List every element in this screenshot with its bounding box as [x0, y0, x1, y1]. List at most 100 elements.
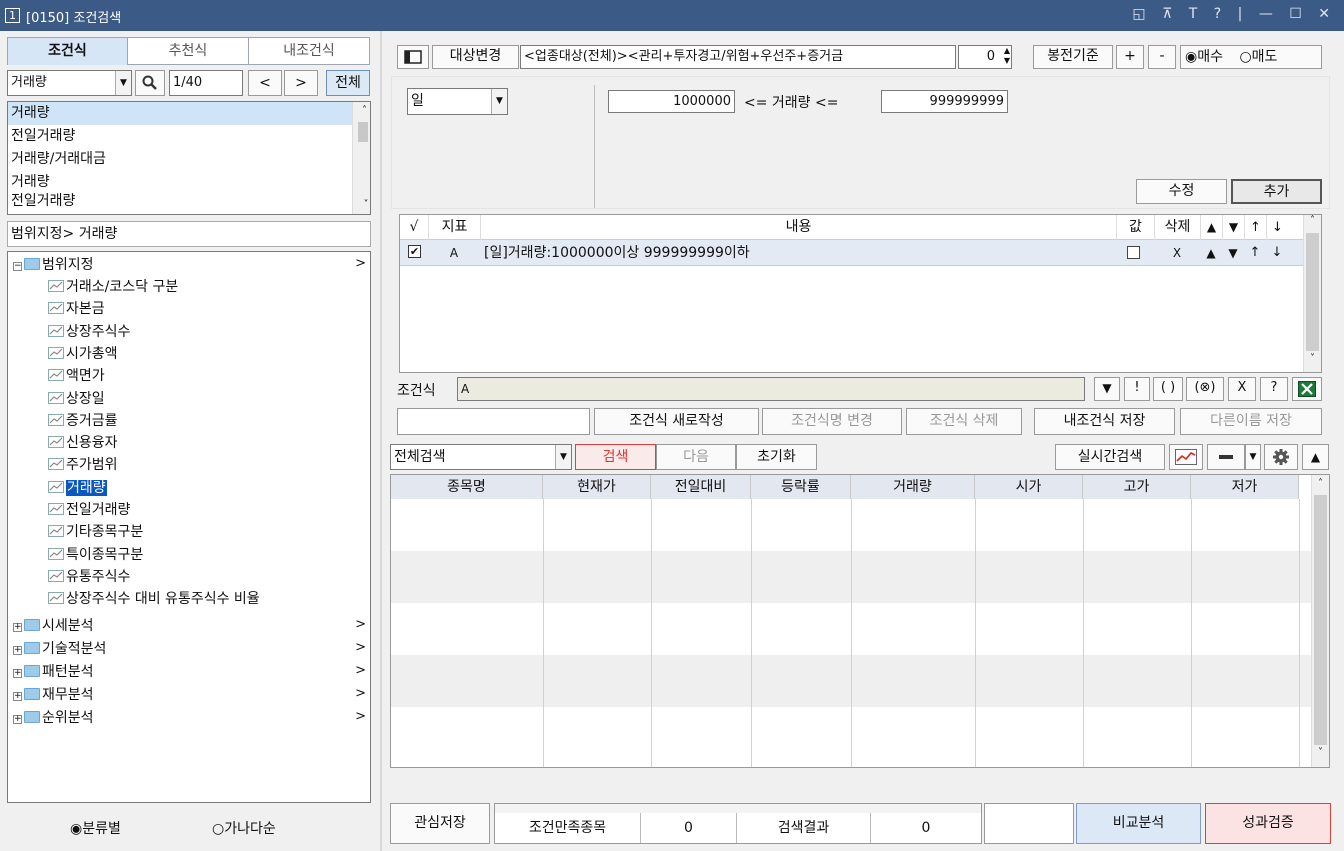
radio-unchecked-icon[interactable]: ○	[212, 821, 224, 837]
condition-name-input[interactable]	[397, 408, 590, 435]
tab-conditions[interactable]: 조건식	[7, 37, 128, 65]
chevron-up-icon[interactable]: ˄	[1304, 215, 1321, 231]
excel-icon[interactable]	[1292, 377, 1322, 401]
help-button[interactable]: ?	[1260, 377, 1288, 401]
results-scrollbar[interactable]: ˄ ˅	[1311, 475, 1329, 767]
scroll-thumb[interactable]	[1314, 495, 1327, 745]
results-header-cell[interactable]: 종목명	[391, 475, 543, 499]
tree-folder[interactable]: + 순위분석	[13, 707, 94, 729]
results-header-cell[interactable]: 거래량	[851, 475, 975, 499]
plus-button[interactable]: +	[1116, 45, 1144, 69]
chevron-down-icon[interactable]: ▼	[115, 71, 131, 95]
edit-button[interactable]: 수정	[1136, 179, 1227, 204]
row-value-checkbox[interactable]	[1127, 246, 1140, 259]
condition-search-select[interactable]: 거래량 ▼	[7, 70, 132, 96]
chevron-up-icon[interactable]: ˄	[1312, 475, 1329, 493]
row-move-bottom[interactable]: ↓	[1266, 240, 1288, 266]
panel-icon[interactable]	[397, 45, 429, 69]
list-scrollbar[interactable]: ˄ ˅	[352, 102, 370, 214]
search-mode-select[interactable]: 전체검색 ▼	[390, 444, 572, 470]
results-header-cell[interactable]: 고가	[1083, 475, 1191, 499]
realtime-search-button[interactable]: 실시간검색	[1055, 444, 1165, 470]
list-item[interactable]: 거래량	[8, 171, 370, 194]
next-button[interactable]: >	[284, 70, 318, 96]
results-header-cell[interactable]: 전일대비	[651, 475, 751, 499]
tree-folder[interactable]: + 재무분석	[13, 684, 94, 706]
target-change-button[interactable]: 대상변경	[432, 45, 519, 69]
stepper-arrows-icon[interactable]: ▲ ▼	[1004, 46, 1010, 66]
sort-alphabetical[interactable]: ○가나다순	[212, 818, 276, 838]
sell-radio[interactable]: 매도	[1252, 49, 1278, 65]
tree-item[interactable]: 기타종목구분	[48, 521, 143, 543]
tree-item[interactable]: 특이종목구분	[48, 544, 143, 566]
watchlist-save-button[interactable]: 관심저장	[390, 803, 490, 844]
max-value-input[interactable]: 999999999	[881, 90, 1008, 113]
scroll-thumb[interactable]	[1306, 233, 1319, 351]
radio-checked-icon[interactable]: ◉	[70, 821, 82, 837]
tab-my-conditions[interactable]: 내조건식	[248, 37, 370, 65]
chart-icon[interactable]	[1169, 444, 1203, 470]
results-header-cell[interactable]: 저가	[1191, 475, 1299, 499]
offset-stepper[interactable]: 0 ▲ ▼	[958, 45, 1012, 69]
expand-icon[interactable]: +	[13, 646, 22, 655]
expand-icon[interactable]: +	[13, 715, 22, 724]
xor-button[interactable]: (⊗)	[1186, 377, 1224, 401]
collapse-up-icon[interactable]: ▲	[1302, 444, 1329, 470]
gear-icon[interactable]	[1264, 444, 1298, 470]
buy-radio[interactable]: 매수	[1197, 49, 1223, 65]
row-move-down[interactable]: ▼	[1222, 240, 1244, 266]
list-item[interactable]: 거래량/거래대금	[8, 148, 370, 171]
results-header-cell[interactable]: 시가	[975, 475, 1083, 499]
paren-button[interactable]: ( )	[1153, 377, 1183, 401]
row-checkbox[interactable]: ✔	[408, 245, 421, 258]
tree-item[interactable]: 액면가	[48, 365, 105, 387]
tab-recommended[interactable]: 추천식	[127, 37, 249, 65]
chevron-down-icon[interactable]: ▼	[491, 89, 507, 114]
chevron-down-icon[interactable]: ˅	[1304, 353, 1321, 364]
new-condition-button[interactable]: 조건식 새로작성	[594, 408, 759, 435]
tree-folder[interactable]: + 시세분석	[13, 615, 94, 637]
chevron-down-icon[interactable]: ▼	[1245, 444, 1261, 470]
min-value-input[interactable]: 1000000	[608, 90, 735, 113]
results-header-cell[interactable]: 등락률	[751, 475, 851, 499]
tree-item[interactable]: 상장일	[48, 388, 105, 410]
results-header-cell[interactable]: 현재가	[543, 475, 651, 499]
list-item[interactable]: 전일거래량	[8, 194, 370, 208]
chevron-down-icon[interactable]: ˅	[356, 196, 373, 214]
rename-condition-button[interactable]: 조건식명 변경	[762, 408, 902, 435]
tree-item[interactable]: 전일거래량	[48, 499, 130, 521]
chevron-down-icon[interactable]: ▼	[555, 445, 571, 469]
tree-node-root[interactable]: − 범위지정	[13, 254, 94, 276]
delete-condition-button[interactable]: 조건식 삭제	[906, 408, 1022, 435]
minus-button[interactable]: -	[1148, 45, 1176, 69]
show-all-button[interactable]: 전체	[326, 70, 370, 96]
collapse-icon[interactable]: −	[13, 262, 22, 271]
tree-item[interactable]: 주가범위	[48, 454, 118, 476]
reset-button[interactable]: 초기화	[736, 444, 817, 470]
tree-item[interactable]: 거래량	[48, 477, 107, 499]
chevron-down-icon[interactable]: ˅	[1312, 747, 1329, 758]
next-result-button[interactable]: 다음	[656, 444, 736, 470]
search-button[interactable]: 검색	[575, 444, 656, 470]
expand-icon[interactable]: +	[13, 692, 22, 701]
compare-analysis-button[interactable]: 비교분석	[1076, 803, 1201, 844]
save-condition-button[interactable]: 내조건식 저장	[1034, 408, 1175, 435]
tree-item[interactable]: 유통주식수	[48, 566, 130, 588]
row-delete-button[interactable]: X	[1154, 240, 1200, 266]
tree-item[interactable]: 신용융자	[48, 432, 118, 454]
candle-basis-button[interactable]: 봉전기준	[1033, 45, 1113, 69]
chevron-up-icon[interactable]: ˄	[356, 102, 370, 120]
tree-item[interactable]: 상장주식수 대비 유통주식수 비율	[48, 588, 260, 610]
sort-by-category[interactable]: ◉분류별	[70, 818, 121, 838]
row-move-up[interactable]: ▲	[1200, 240, 1222, 266]
radio-unchecked-icon[interactable]: ○	[1239, 49, 1251, 65]
expand-icon[interactable]: +	[13, 669, 22, 678]
tree-item[interactable]: 증거금률	[48, 410, 118, 432]
clear-button[interactable]: X	[1228, 377, 1256, 401]
formula-input[interactable]: A	[457, 377, 1085, 401]
list-item[interactable]: 거래량	[8, 102, 370, 125]
expand-icon[interactable]: +	[13, 623, 22, 632]
table-row[interactable]: ✔ A [일]거래량:1000000이상 999999999이하 X ▲ ▼ ↑…	[400, 240, 1304, 266]
window-controls[interactable]: ◱ ⊼ T ? | — ☐ ✕	[1132, 6, 1336, 22]
scroll-thumb[interactable]	[358, 122, 368, 142]
